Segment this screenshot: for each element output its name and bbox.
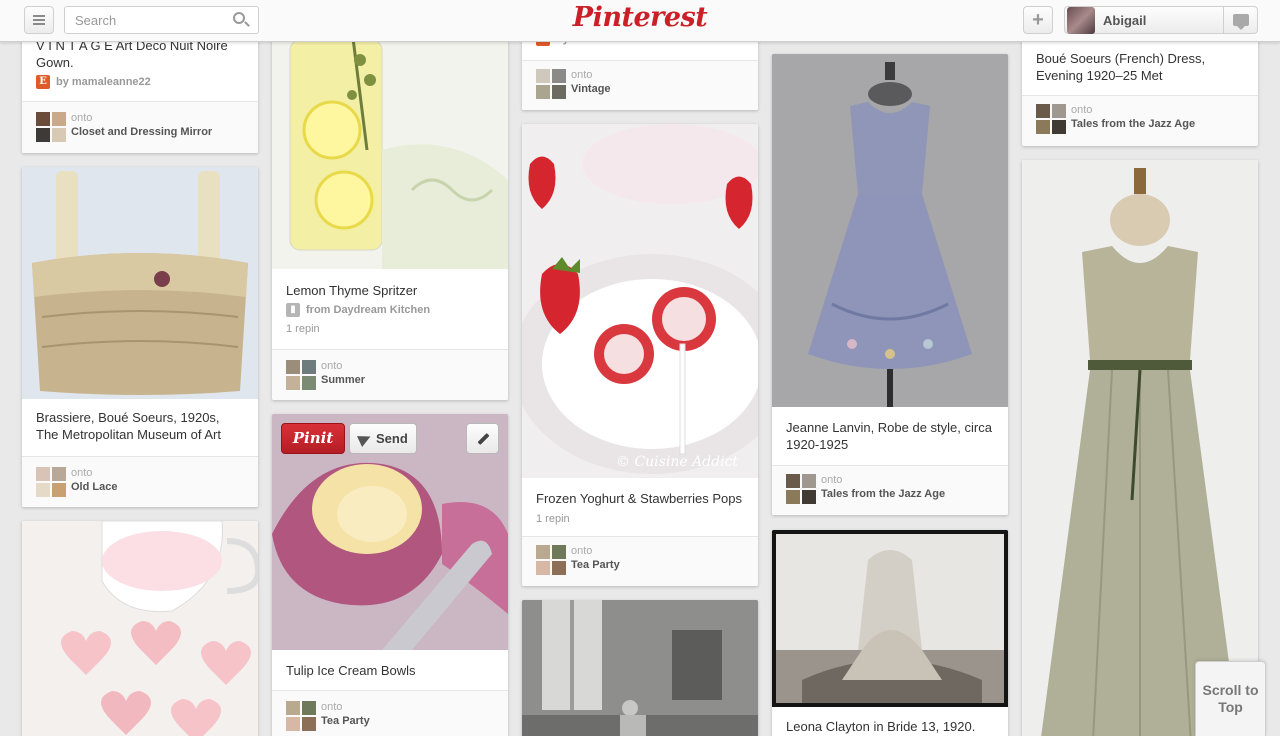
brassiere-image	[32, 171, 248, 395]
pin-attribution[interactable]: onto Summer	[272, 349, 508, 400]
pin-attribution[interactable]: onto Vintage	[522, 60, 758, 110]
board-thumbnails	[286, 701, 316, 731]
pin-description: Frozen Yoghurt & Stawberries Pops	[536, 491, 742, 506]
pin-image[interactable]: © Cuisine Addict	[522, 124, 758, 478]
leona-clayton-image	[772, 530, 1008, 707]
pin-description: Leona Clayton in Bride 13, 1920.	[786, 719, 976, 734]
etsy-icon: E	[36, 75, 50, 89]
pin-strawberry-pops[interactable]: © Cuisine Addict Frozen Yoghurt & Stawbe…	[522, 124, 758, 586]
pencil-icon	[477, 432, 490, 446]
pin-leona-clayton[interactable]: Leona Clayton in Bride 13, 1920.	[772, 530, 1008, 736]
pin-image[interactable]	[272, 20, 508, 269]
board-thumbnails	[1036, 104, 1066, 134]
lanvin-dress-image	[772, 54, 1008, 407]
pin-description: Jeanne Lanvin, Robe de style, circa 1920…	[786, 420, 992, 452]
board-thumbnails	[536, 545, 566, 575]
board-thumbnails	[286, 360, 316, 390]
board-name[interactable]: Tea Party	[321, 715, 370, 727]
board-name[interactable]: Tales from the Jazz Age	[821, 488, 945, 500]
pin-image[interactable]	[772, 530, 1008, 707]
strawberry-pops-image	[522, 124, 758, 478]
vintage-room-image	[522, 600, 758, 736]
board-thumbnails	[536, 69, 566, 99]
pin-vintage-room[interactable]	[522, 600, 758, 736]
pin-description: Tulip Ice Cream Bowls	[286, 663, 416, 678]
onto-label: onto	[571, 69, 593, 81]
add-pin-button[interactable]: +	[1023, 6, 1053, 34]
pin-image[interactable]	[522, 600, 758, 736]
board-thumbnails	[36, 467, 66, 497]
board-thumbnails	[36, 112, 66, 142]
pin-tulip-bowls[interactable]: Pinit Send Tulip Ice Cream Bowls onto Te…	[272, 414, 508, 736]
onto-label: onto	[1071, 104, 1093, 116]
send-icon	[357, 431, 373, 447]
onto-label: onto	[571, 545, 593, 557]
source-icon: ▮	[286, 303, 300, 317]
search-icon[interactable]	[233, 12, 245, 24]
pin-image[interactable]	[22, 521, 258, 736]
tea-gown-image	[1022, 160, 1258, 736]
pin-image[interactable]	[1022, 160, 1258, 736]
plus-icon: +	[1032, 9, 1044, 31]
search-input[interactable]: Search	[64, 6, 259, 34]
hamburger-icon	[33, 19, 45, 21]
pin-attribution[interactable]: onto Tales from the Jazz Age	[1022, 95, 1258, 146]
board-name[interactable]: Tea Party	[571, 559, 620, 571]
top-header: Search Pinterest + Abigail	[0, 0, 1280, 42]
pinit-button[interactable]: Pinit	[281, 423, 345, 454]
edit-button[interactable]	[466, 423, 499, 454]
pin-attribution[interactable]: onto Closet and Dressing Mirror	[22, 101, 258, 153]
sugar-hearts-image	[61, 521, 258, 736]
repin-count: 1 repin	[286, 323, 320, 335]
pin-attribution[interactable]: onto Old Lace	[22, 456, 258, 507]
avatar	[1067, 7, 1095, 34]
onto-label: onto	[321, 360, 343, 372]
scroll-to-top-button[interactable]: Scroll to Top	[1195, 661, 1266, 736]
notifications-icon	[1232, 14, 1249, 30]
pin-image[interactable]: Pinit Send	[272, 414, 508, 650]
pin-lemon-spritzer[interactable]: Lemon Thyme Spritzer ▮ from Daydream Kitc…	[272, 20, 508, 400]
pin-description: Lemon Thyme Spritzer	[286, 283, 418, 298]
board-name[interactable]: Old Lace	[71, 481, 117, 493]
pin-sugar-hearts[interactable]	[22, 521, 258, 736]
pin-lanvin[interactable]: Jeanne Lanvin, Robe de style, circa 1920…	[772, 54, 1008, 515]
pin-image[interactable]	[772, 54, 1008, 407]
pin-image[interactable]	[22, 167, 258, 399]
board-thumbnails	[786, 474, 816, 504]
user-name: Abigail	[1103, 13, 1147, 28]
user-menu[interactable]: Abigail	[1064, 6, 1258, 34]
pin-description: Brassiere, Boué Soeurs, 1920s, The Metro…	[36, 410, 221, 442]
onto-label: onto	[71, 467, 93, 479]
board-name[interactable]: Tales from the Jazz Age	[1071, 118, 1195, 130]
menu-button[interactable]	[24, 6, 54, 34]
board-name[interactable]: Vintage	[571, 83, 611, 95]
pin-attribution[interactable]: onto Tea Party	[522, 536, 758, 586]
notifications-button[interactable]	[1223, 7, 1257, 33]
board-name[interactable]: Summer	[321, 374, 365, 386]
lemon-spritzer-image	[289, 29, 508, 269]
onto-label: onto	[321, 701, 343, 713]
pin-attribution[interactable]: onto Tea Party	[272, 690, 508, 736]
onto-label: onto	[821, 474, 843, 486]
onto-label: onto	[71, 112, 93, 124]
pin-attribution[interactable]: onto Tales from the Jazz Age	[772, 465, 1008, 515]
board-name[interactable]: Closet and Dressing Mirror	[71, 126, 212, 138]
pin-tea-gown[interactable]	[1022, 160, 1258, 736]
send-button[interactable]: Send	[349, 423, 417, 454]
pinterest-logo[interactable]: Pinterest	[560, 2, 720, 33]
repin-count: 1 repin	[536, 513, 570, 525]
pin-brassiere[interactable]: Brassiere, Boué Soeurs, 1920s, The Metro…	[22, 167, 258, 507]
pin-source[interactable]: Eby mamaleanne22	[22, 71, 258, 89]
image-watermark: © Cuisine Addict	[616, 454, 739, 470]
pin-source[interactable]: ▮ from Daydream Kitchen	[272, 299, 508, 317]
